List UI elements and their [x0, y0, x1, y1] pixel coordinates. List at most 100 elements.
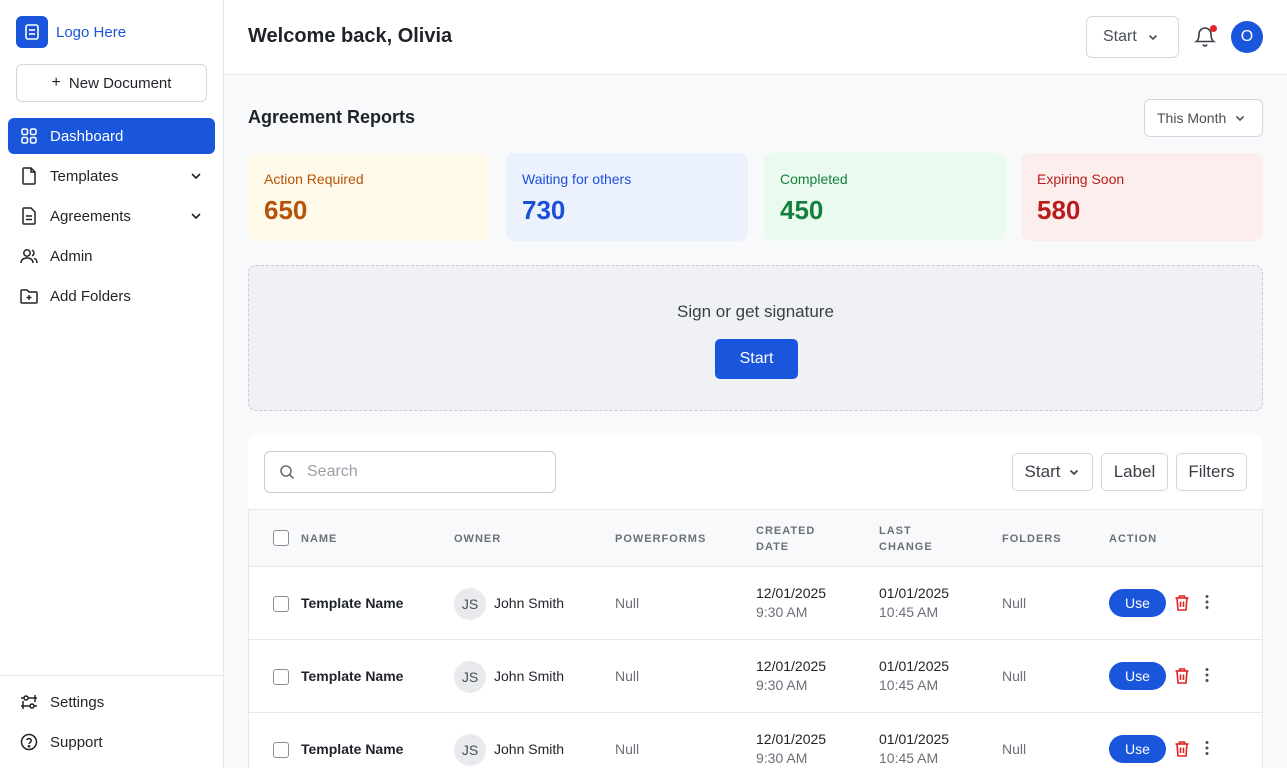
sidebar-item-templates[interactable]: Templates: [8, 158, 215, 194]
table-start-dropdown[interactable]: Start: [1012, 453, 1093, 491]
folders-value: Null: [1002, 741, 1027, 757]
created-date-day: 12/01/2025: [756, 731, 827, 747]
sidebar-bottom: Settings Support: [0, 675, 223, 764]
filters-button[interactable]: Filters: [1176, 453, 1247, 491]
owner-avatar: JS: [454, 588, 486, 620]
signature-start-button[interactable]: Start: [715, 339, 798, 379]
stat-card-waiting[interactable]: Waiting for others 730: [506, 153, 748, 241]
column-header-owner[interactable]: Owner: [454, 531, 501, 547]
section-title: Agreement Reports: [248, 107, 416, 127]
stat-card-value: 580: [1037, 195, 1081, 225]
last-change-time: 10:45 AM: [879, 750, 939, 766]
select-all-checkbox[interactable]: [273, 530, 289, 546]
logo-text: Logo Here: [56, 23, 127, 41]
stat-card-label: Action Required: [264, 171, 364, 187]
owner-name: John Smith: [494, 595, 565, 611]
created-date-time: 9:30 AM: [756, 750, 808, 766]
stat-card-completed[interactable]: Completed 450: [764, 153, 1006, 241]
table-row[interactable]: Template Name JS John Smith Null 12/01/2…: [248, 713, 1263, 768]
last-change-date: 01/01/2025 10:45 AM: [879, 658, 949, 693]
column-header-powerforms[interactable]: Powerforms: [615, 531, 706, 547]
stat-card-action-required[interactable]: Action Required 650: [248, 153, 490, 241]
sidebar-item-label: Agreements: [50, 207, 131, 225]
more-vertical-icon[interactable]: [1204, 740, 1210, 756]
table-start-label: Start: [1024, 462, 1061, 481]
page-title: Welcome back, Olivia: [248, 25, 453, 47]
sidebar-item-admin[interactable]: Admin: [8, 238, 215, 274]
sidebar-item-label: Dashboard: [50, 127, 124, 145]
settings-icon: [20, 693, 38, 711]
plus-icon: +: [51, 74, 61, 91]
column-header-folders[interactable]: Folders: [1002, 531, 1062, 547]
last-change-date: 01/01/2025 10:45 AM: [879, 585, 949, 620]
new-document-button[interactable]: + New Document: [16, 64, 207, 102]
template-name[interactable]: Template Name: [301, 668, 403, 684]
sidebar: Logo Here + New Document Dashboard Templ…: [0, 0, 224, 768]
users-icon: [20, 247, 38, 265]
sidebar-item-label: Support: [50, 733, 103, 751]
stat-card-label: Expiring Soon: [1037, 171, 1125, 187]
period-select[interactable]: This Month: [1144, 99, 1263, 137]
more-vertical-icon[interactable]: [1204, 594, 1210, 610]
created-date-time: 9:30 AM: [756, 604, 808, 620]
chevron-down-icon: [1070, 469, 1079, 476]
row-checkbox[interactable]: [273, 596, 289, 612]
sidebar-item-label: Add Folders: [50, 287, 131, 305]
sidebar-item-support[interactable]: Support: [8, 724, 215, 760]
sidebar-item-settings[interactable]: Settings: [8, 684, 215, 720]
created-date: 12/01/2025 9:30 AM: [756, 585, 826, 620]
search-input[interactable]: Search: [264, 451, 556, 493]
owner-avatar: JS: [454, 661, 486, 693]
chevron-down-icon: [191, 213, 201, 220]
stat-card-expiring[interactable]: Expiring Soon 580: [1021, 153, 1263, 241]
more-vertical-icon[interactable]: [1204, 667, 1210, 683]
sidebar-item-label: Templates: [50, 167, 119, 185]
powerforms-value: Null: [615, 595, 640, 611]
top-header: Welcome back, Olivia Start O: [224, 0, 1287, 75]
grid-icon: [20, 127, 38, 145]
use-button[interactable]: Use: [1109, 662, 1166, 690]
column-header-name[interactable]: Name: [301, 531, 337, 547]
signature-dropzone: Sign or get signature Start: [248, 265, 1263, 411]
owner-name: John Smith: [494, 668, 565, 684]
table-row[interactable]: Template Name JS John Smith Null 12/01/2…: [248, 567, 1263, 640]
stat-card-label: Completed: [780, 171, 848, 187]
start-dropdown[interactable]: Start: [1086, 16, 1179, 58]
avatar[interactable]: O: [1231, 21, 1263, 53]
sidebar-item-dashboard[interactable]: Dashboard: [8, 118, 215, 154]
use-button[interactable]: Use: [1109, 735, 1166, 763]
folders-value: Null: [1002, 668, 1027, 684]
trash-icon[interactable]: [1174, 740, 1190, 758]
sidebar-item-label: Settings: [50, 693, 105, 711]
row-checkbox[interactable]: [273, 669, 289, 685]
sidebar-item-label: Admin: [50, 247, 93, 265]
template-name[interactable]: Template Name: [301, 741, 403, 757]
sidebar-item-add-folders[interactable]: Add Folders: [8, 278, 215, 314]
column-header-created[interactable]: Created Date: [756, 523, 836, 555]
new-document-label: New Document: [68, 74, 172, 92]
stat-card-value: 650: [264, 195, 308, 225]
document-icon: [20, 207, 38, 225]
templates-table: Search Start Label Filters Name Owner Po…: [248, 435, 1263, 768]
last-change-day: 01/01/2025: [879, 658, 950, 674]
logo-icon: [16, 16, 48, 48]
last-change-day: 01/01/2025: [879, 585, 950, 601]
created-date: 12/01/2025 9:30 AM: [756, 731, 826, 766]
table-row[interactable]: Template Name JS John Smith Null 12/01/2…: [248, 640, 1263, 713]
folder-plus-icon: [20, 287, 38, 305]
start-dropdown-label: Start: [1103, 28, 1137, 45]
chevron-down-icon: [1148, 34, 1157, 41]
logo[interactable]: Logo Here: [16, 16, 126, 48]
column-header-last-change[interactable]: Last Change: [879, 523, 949, 555]
label-button[interactable]: Label: [1101, 453, 1168, 491]
last-change-time: 10:45 AM: [879, 604, 939, 620]
template-name[interactable]: Template Name: [301, 595, 403, 611]
sidebar-item-agreements[interactable]: Agreements: [8, 198, 215, 234]
row-checkbox[interactable]: [273, 742, 289, 758]
trash-icon[interactable]: [1174, 667, 1190, 685]
search-placeholder: Search: [307, 463, 358, 480]
powerforms-value: Null: [615, 741, 640, 757]
use-button[interactable]: Use: [1109, 589, 1166, 617]
trash-icon[interactable]: [1174, 594, 1190, 612]
help-icon: [20, 733, 38, 751]
